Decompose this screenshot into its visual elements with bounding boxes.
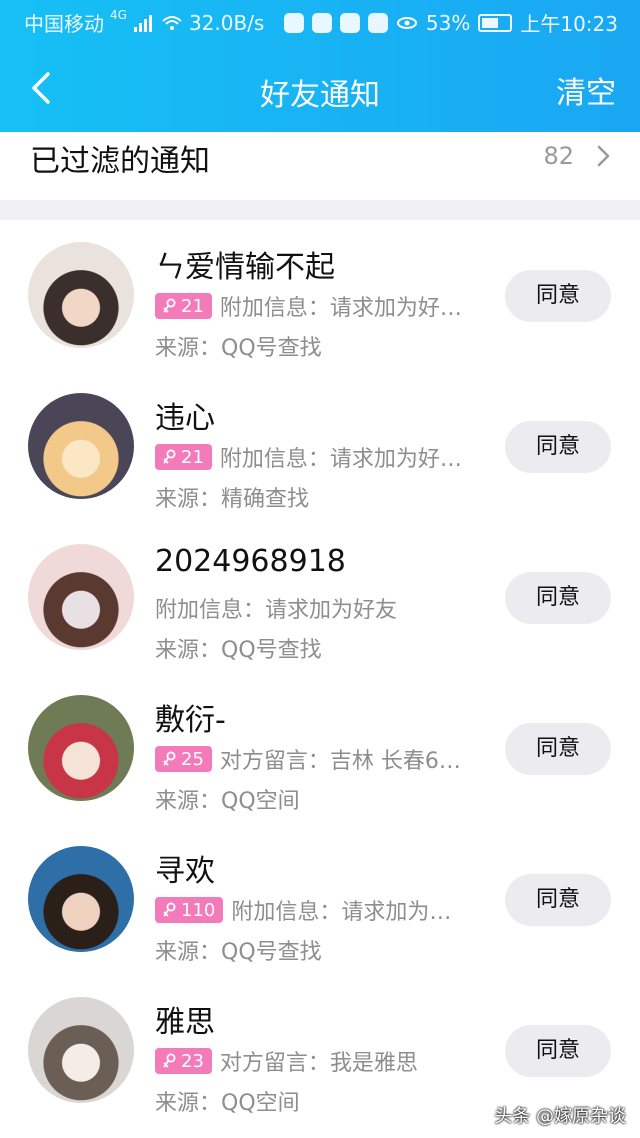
request-source: 来源：QQ空间	[155, 789, 300, 814]
age-badge: 23	[155, 1048, 212, 1074]
requester-name: 寻欢	[155, 854, 215, 889]
app-header: 中国移动 4G 32.0B/s 53% 上午10:23 好友通知 清空	[0, 0, 640, 132]
request-info-line: 23 对方留言：我是雅思	[155, 1045, 418, 1077]
age-badge: 21	[155, 444, 212, 470]
avatar[interactable]	[28, 544, 134, 650]
age-value: 23	[181, 1050, 204, 1072]
request-message: 对方留言：吉林 长春6…	[219, 749, 461, 774]
page-title: 好友通知	[260, 78, 380, 113]
watermark: 头条 @嫁原杂谈	[494, 1106, 626, 1127]
request-message: 附加信息：请求加为好友	[155, 598, 398, 623]
status-left: 中国移动 4G 32.0B/s	[24, 8, 264, 37]
app-notification-icon	[367, 12, 388, 33]
request-message: 附加信息：请求加为好…	[219, 447, 462, 472]
section-divider	[0, 200, 640, 220]
age-value: 110	[181, 899, 216, 921]
request-info-line: 25 对方留言：吉林 长春6…	[155, 743, 461, 775]
avatar[interactable]	[28, 242, 134, 348]
friend-request-item[interactable]: 违心 21 附加信息：请求加为好… 来源：精确查找 同意	[0, 371, 640, 522]
agree-button[interactable]: 同意	[505, 874, 611, 926]
battery-percent: 53%	[425, 10, 471, 35]
battery-icon	[478, 13, 513, 32]
request-info-line: 21 附加信息：请求加为好…	[155, 441, 462, 473]
clock: 上午10:23	[520, 12, 618, 36]
network-type: 4G	[110, 7, 127, 22]
requester-name: 雅思	[155, 1005, 215, 1040]
request-source: 来源：精确查找	[155, 487, 310, 512]
chevron-right-icon	[597, 145, 610, 167]
female-icon	[163, 449, 176, 464]
request-source: 来源：QQ号查找	[155, 336, 322, 361]
request-source: 来源：QQ空间	[155, 1091, 300, 1116]
app-notification-icon	[311, 12, 332, 33]
nav-bar: 好友通知 清空	[0, 44, 640, 132]
female-icon	[163, 751, 176, 766]
age-value: 21	[181, 295, 204, 317]
friend-request-item[interactable]: ㄣ爱情输不起 21 附加信息：请求加为好… 来源：QQ号查找 同意	[0, 220, 640, 371]
requester-name: 违心	[155, 401, 215, 436]
avatar[interactable]	[28, 997, 134, 1103]
request-source: 来源：QQ号查找	[155, 638, 322, 663]
clear-button[interactable]: 清空	[556, 68, 616, 112]
filtered-notifications-label: 已过滤的通知	[30, 144, 210, 179]
friend-request-item[interactable]: 2024968918 附加信息：请求加为好友 来源：QQ号查找 同意	[0, 522, 640, 673]
requester-name: ㄣ爱情输不起	[155, 250, 335, 285]
avatar[interactable]	[28, 846, 134, 952]
female-icon	[163, 298, 176, 313]
agree-button[interactable]: 同意	[505, 1025, 611, 1077]
request-message: 对方留言：我是雅思	[219, 1051, 418, 1076]
back-button[interactable]	[20, 66, 64, 110]
request-info-line: 110 附加信息：请求加为…	[155, 894, 451, 926]
agree-button[interactable]: 同意	[505, 270, 611, 322]
app-notification-icon	[283, 12, 304, 33]
requester-name: 敷衍-	[155, 703, 226, 738]
age-badge: 110	[155, 897, 224, 923]
request-message: 附加信息：请求加为好…	[219, 296, 462, 321]
network-speed: 32.0B/s	[188, 10, 265, 35]
eye-icon	[396, 13, 418, 33]
app-notification-icon	[339, 12, 360, 33]
agree-button[interactable]: 同意	[505, 723, 611, 775]
back-arrow-icon	[32, 72, 50, 104]
wifi-icon	[161, 13, 183, 33]
friend-request-item[interactable]: 寻欢 110 附加信息：请求加为… 来源：QQ号查找 同意	[0, 824, 640, 975]
avatar[interactable]	[28, 695, 134, 801]
status-bar: 中国移动 4G 32.0B/s 53% 上午10:23	[0, 0, 640, 44]
request-message: 附加信息：请求加为…	[231, 900, 452, 925]
request-source: 来源：QQ号查找	[155, 940, 322, 965]
filtered-notifications-row[interactable]: 已过滤的通知 82	[0, 132, 640, 200]
friend-request-item[interactable]: 敷衍- 25 对方留言：吉林 长春6… 来源：QQ空间 同意	[0, 673, 640, 824]
agree-button[interactable]: 同意	[505, 421, 611, 473]
filtered-count: 82	[543, 142, 574, 170]
signal-icon	[133, 13, 155, 33]
request-info-line: 21 附加信息：请求加为好…	[155, 290, 462, 322]
female-icon	[163, 902, 176, 917]
age-badge: 21	[155, 293, 212, 319]
request-info-line: 附加信息：请求加为好友	[155, 592, 397, 624]
agree-button[interactable]: 同意	[505, 572, 611, 624]
age-badge: 25	[155, 746, 212, 772]
requester-name: 2024968918	[155, 544, 346, 579]
avatar[interactable]	[28, 393, 134, 499]
age-value: 25	[181, 748, 204, 770]
status-right: 53% 上午10:23	[283, 8, 618, 37]
carrier-label: 中国移动	[24, 12, 104, 36]
age-value: 21	[181, 446, 204, 468]
female-icon	[163, 1053, 176, 1068]
